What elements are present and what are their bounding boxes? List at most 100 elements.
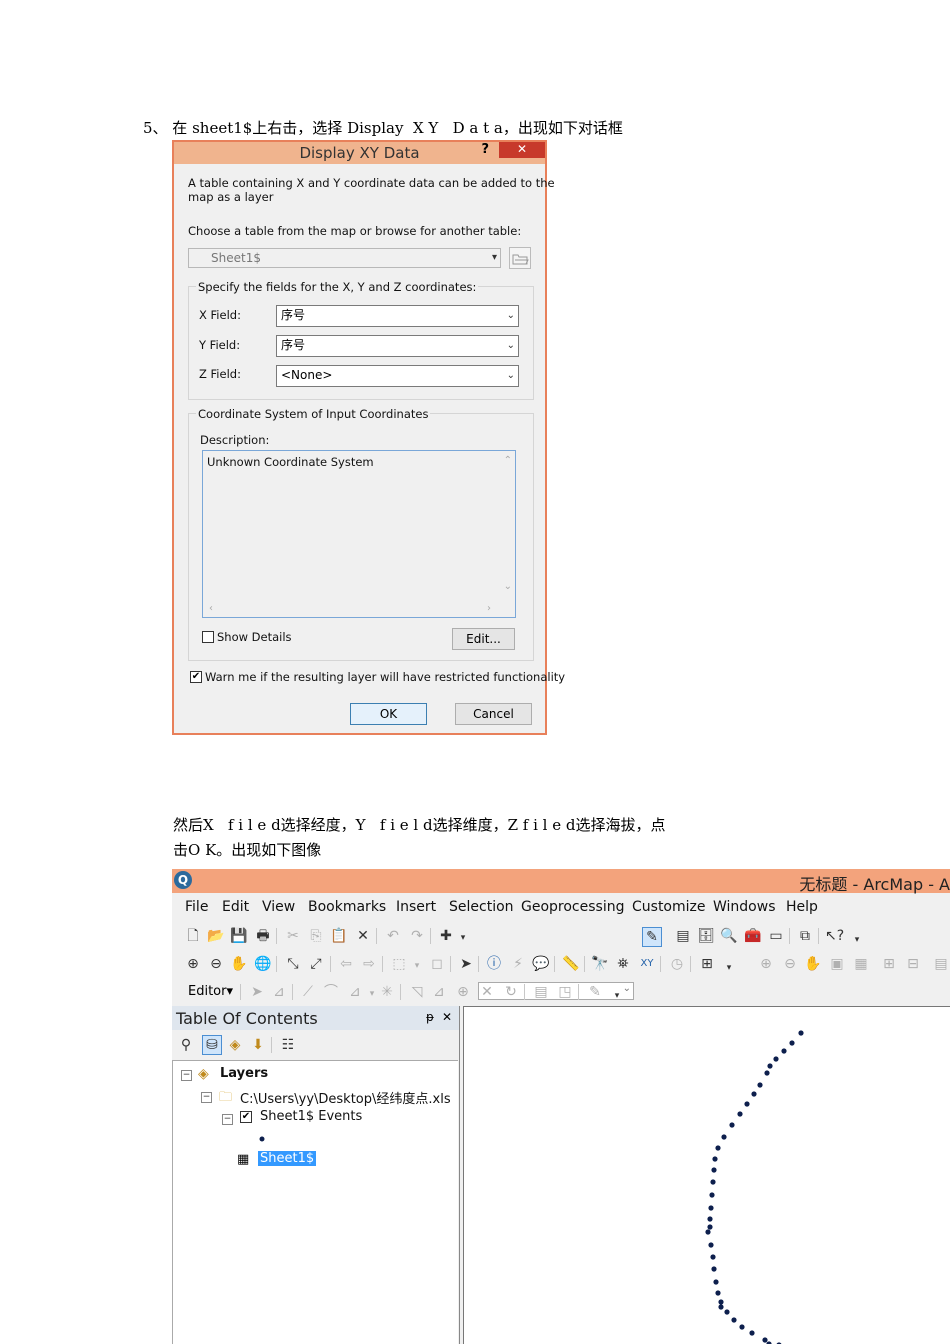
zoom-whole-page-icon[interactable]: ▣ xyxy=(828,955,846,973)
select-features-icon[interactable]: ⬚ xyxy=(390,955,408,973)
close-button[interactable]: ✕ xyxy=(499,142,545,158)
layout-pan-icon[interactable]: ✋ xyxy=(804,955,822,973)
x-field-select[interactable]: 序号 ⌄ xyxy=(276,305,519,327)
fixed-zoom-in-icon[interactable]: ⤡ xyxy=(284,955,302,973)
list-by-visibility-icon[interactable]: ◈ xyxy=(226,1036,244,1054)
table-of-contents-icon[interactable]: ▤ xyxy=(674,927,692,945)
whats-this-icon[interactable]: ↖? xyxy=(825,927,844,945)
layout-option-icon[interactable]: ▤ xyxy=(932,955,950,973)
split-icon[interactable]: ✕ xyxy=(478,983,496,1001)
zoom-in-icon[interactable]: ⊕ xyxy=(184,955,202,973)
layer-visibility-checkbox[interactable]: ✔ xyxy=(240,1111,252,1123)
event-point[interactable] xyxy=(713,1279,719,1285)
y-field-select[interactable]: 序号 ⌄ xyxy=(276,335,519,357)
collapse-icon[interactable]: − xyxy=(222,1114,233,1125)
event-point[interactable] xyxy=(718,1304,724,1310)
html-popup-icon[interactable]: 💬 xyxy=(532,955,550,973)
event-point[interactable] xyxy=(712,1156,718,1162)
workspace-node[interactable]: C:\Users\yy\Desktop\经纬度点.xls xyxy=(240,1088,451,1107)
cut-polygons-icon[interactable]: ⊕ xyxy=(454,983,472,1001)
measure-icon[interactable]: 📏 xyxy=(562,955,580,973)
menu-selection[interactable]: Selection xyxy=(449,899,514,915)
select-elements-icon[interactable]: ➤ xyxy=(457,955,475,973)
edit-button[interactable]: Edit... xyxy=(452,628,515,650)
event-point[interactable] xyxy=(707,1216,713,1222)
menu-view[interactable]: View xyxy=(262,899,295,915)
identify-icon[interactable]: ⓘ xyxy=(485,955,503,973)
scroll-up-icon[interactable]: ⌃ xyxy=(504,455,512,466)
description-box[interactable]: Unknown Coordinate System ⌃ ⌄ ‹ › xyxy=(202,450,516,618)
pan-icon[interactable]: ✋ xyxy=(230,955,248,973)
search-window-icon[interactable]: 🔍 xyxy=(720,927,738,945)
event-point[interactable] xyxy=(708,1242,714,1248)
event-point[interactable] xyxy=(708,1205,714,1211)
find-route-icon[interactable]: ⛯ xyxy=(614,955,632,973)
find-icon[interactable]: 🔭 xyxy=(591,955,609,973)
event-point[interactable] xyxy=(724,1309,730,1315)
cancel-button[interactable]: Cancel xyxy=(455,703,532,725)
menu-insert[interactable]: Insert xyxy=(396,899,436,915)
collapse-icon[interactable]: − xyxy=(201,1092,212,1103)
event-point[interactable] xyxy=(798,1030,804,1036)
undo-icon[interactable]: ↶ xyxy=(384,927,402,945)
delete-icon[interactable]: ✕ xyxy=(354,927,372,945)
trace-icon[interactable]: ✳ xyxy=(378,983,396,1001)
dropdown-arrow-icon[interactable]: ▾ xyxy=(454,929,472,947)
toc-options-icon[interactable]: ☷ xyxy=(279,1036,297,1054)
warn-checkbox[interactable]: ✔ xyxy=(190,671,202,683)
forward-extent-icon[interactable]: ⇨ xyxy=(360,955,378,973)
event-point[interactable] xyxy=(707,1224,713,1230)
event-point[interactable] xyxy=(718,1299,724,1305)
magnifier-window-icon[interactable]: ⊞ xyxy=(698,955,716,973)
event-point[interactable] xyxy=(710,1254,716,1260)
event-point[interactable] xyxy=(744,1101,750,1107)
open-icon[interactable]: 📂 xyxy=(207,927,225,945)
cut-icon[interactable]: ✂ xyxy=(284,927,302,945)
help-button[interactable]: ? xyxy=(481,142,489,157)
event-point[interactable] xyxy=(705,1229,711,1235)
zoom-out-icon[interactable]: ⊖ xyxy=(207,955,225,973)
menu-customize[interactable]: Customize xyxy=(632,899,706,915)
new-document-icon[interactable]: 🗋 xyxy=(184,927,202,945)
catalog-icon[interactable]: 🗄 xyxy=(697,927,715,945)
menu-bookmarks[interactable]: Bookmarks xyxy=(308,899,386,915)
save-icon[interactable]: 💾 xyxy=(230,927,248,945)
event-point[interactable] xyxy=(773,1056,779,1062)
copy-icon[interactable]: ⎘ xyxy=(307,927,325,945)
menu-file[interactable]: File xyxy=(185,899,208,915)
toolbar-options-icon[interactable]: ▾ xyxy=(720,959,738,977)
fixed-zoom-in-layout-icon[interactable]: ⊞ xyxy=(880,955,898,973)
edit-annotation-icon[interactable]: ⊿ xyxy=(270,983,288,1001)
event-point[interactable] xyxy=(710,1179,716,1185)
reshape-feature-icon[interactable]: ⊿ xyxy=(430,983,448,1001)
edit-tool-icon[interactable]: ➤ xyxy=(248,983,266,1001)
events-layer-node[interactable]: Sheet1$ Events xyxy=(260,1109,362,1124)
table-select[interactable]: Sheet1$ ▾ xyxy=(188,248,501,268)
list-by-selection-icon[interactable]: ⬇ xyxy=(249,1036,267,1054)
menu-edit[interactable]: Edit xyxy=(222,899,249,915)
zoom-100-icon[interactable]: ▦ xyxy=(852,955,870,973)
close-icon[interactable]: ✕ xyxy=(442,1010,452,1024)
event-point[interactable] xyxy=(731,1317,737,1323)
event-point[interactable] xyxy=(715,1290,721,1296)
event-point[interactable] xyxy=(711,1266,717,1272)
scroll-right-icon[interactable]: › xyxy=(487,603,491,614)
toolbar-options-icon[interactable]: ▾ xyxy=(848,931,866,949)
event-point[interactable] xyxy=(749,1330,755,1336)
layout-zoom-out-icon[interactable]: ⊖ xyxy=(781,955,799,973)
editor-toolbar-icon[interactable]: ✎ xyxy=(642,927,662,947)
time-slider-icon[interactable]: ◷ xyxy=(668,955,686,973)
layout-zoom-in-icon[interactable]: ⊕ xyxy=(757,955,775,973)
fixed-zoom-out-layout-icon[interactable]: ⊟ xyxy=(904,955,922,973)
go-to-xy-icon[interactable]: XY xyxy=(638,955,656,973)
collapse-icon[interactable]: − xyxy=(181,1070,192,1081)
ok-button[interactable]: OK xyxy=(350,703,427,725)
list-by-source-icon[interactable]: ⛁ xyxy=(202,1035,222,1055)
layers-node[interactable]: Layers xyxy=(220,1066,268,1081)
fixed-zoom-out-icon[interactable]: ⤢ xyxy=(307,955,325,973)
edit-vertices-icon[interactable]: ◹ xyxy=(408,983,426,1001)
event-point[interactable] xyxy=(739,1324,745,1330)
event-point[interactable] xyxy=(715,1145,721,1151)
arctoolbox-icon[interactable]: 🧰 xyxy=(744,927,762,945)
paste-icon[interactable]: 📋 xyxy=(330,927,348,945)
